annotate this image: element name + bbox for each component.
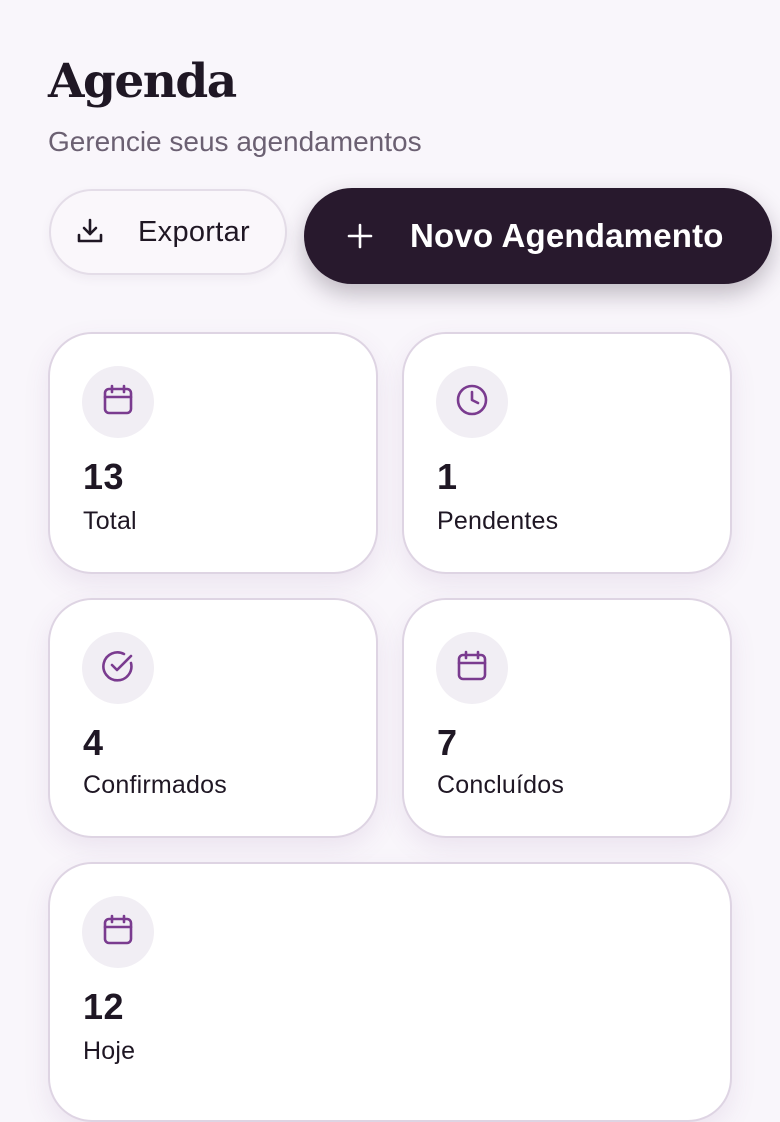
stat-card-hoje: 12 Hoje — [48, 862, 732, 1122]
stat-value: 7 — [437, 722, 458, 763]
plus-icon — [346, 222, 374, 255]
stat-label: Concluídos — [437, 771, 565, 799]
calendar-icon — [455, 649, 489, 688]
stat-card-confirmados: 4 Confirmados — [48, 598, 378, 838]
calendar-icon — [101, 913, 135, 952]
page-subtitle: Gerencie seus agendamentos — [48, 126, 422, 157]
calendar-icon — [101, 383, 135, 422]
clock-icon — [454, 382, 490, 423]
stat-icon-badge — [82, 632, 154, 704]
stat-icon-badge — [82, 896, 154, 968]
stat-value: 4 — [83, 722, 104, 763]
check-circle-icon — [100, 648, 136, 689]
export-button-label: Exportar — [138, 216, 250, 248]
stat-icon-badge — [82, 366, 154, 438]
download-icon — [74, 215, 106, 252]
stat-value: 12 — [83, 986, 125, 1027]
new-appointment-button-label: Novo Agendamento — [410, 217, 724, 254]
stat-card-total: 13 Total — [48, 332, 378, 574]
stat-value: 1 — [437, 456, 458, 497]
stat-value: 13 — [83, 456, 125, 497]
stat-label: Total — [83, 507, 137, 535]
stat-icon-badge — [436, 632, 508, 704]
stat-label: Confirmados — [83, 771, 227, 799]
stat-label: Pendentes — [437, 507, 559, 535]
stat-card-concluidos: 7 Concluídos — [402, 598, 732, 838]
stat-label: Hoje — [83, 1037, 136, 1065]
page-title: Agenda — [48, 54, 237, 109]
stat-icon-badge — [436, 366, 508, 438]
stat-card-pendentes: 1 Pendentes — [402, 332, 732, 574]
